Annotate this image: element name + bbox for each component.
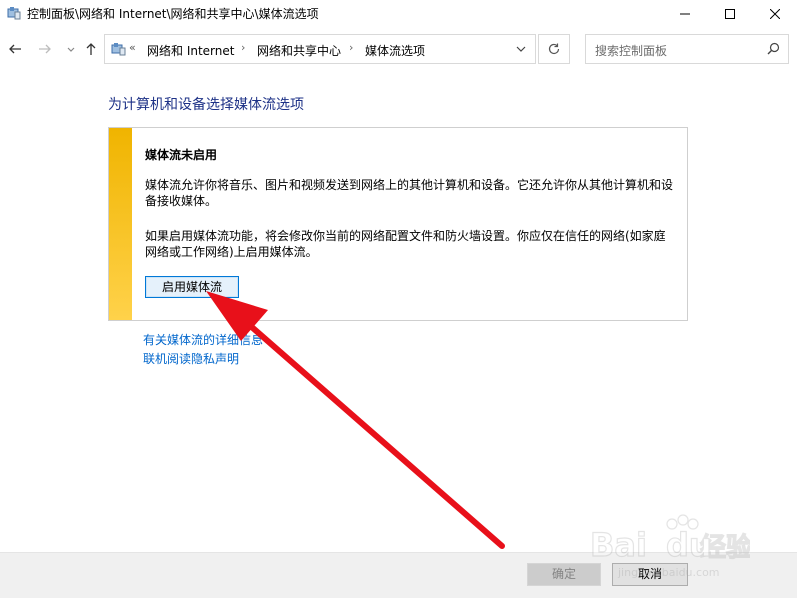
page-title: 为计算机和设备选择媒体流选项 (108, 97, 304, 113)
control-panel-icon (7, 6, 21, 20)
title-bar: 控制面板\网络和 Internet\网络和共享中心\媒体流选项 (0, 0, 797, 28)
control-panel-icon (111, 42, 127, 56)
svg-text:Bai: Bai (590, 526, 647, 564)
back-button[interactable] (6, 40, 24, 58)
enable-media-streaming-button[interactable]: 启用媒体流 (145, 276, 239, 298)
panel-heading: 媒体流未启用 (145, 148, 218, 162)
close-button[interactable] (752, 0, 797, 28)
maximize-button[interactable] (707, 0, 753, 28)
breadcrumb-separator[interactable]: › (241, 41, 245, 54)
arrow-right-icon (39, 44, 51, 54)
minimize-icon (680, 13, 690, 15)
breadcrumb-network-sharing-center[interactable]: 网络和共享中心 (257, 42, 341, 59)
minimize-button[interactable] (662, 0, 708, 28)
arrow-up-icon (86, 43, 96, 55)
address-history-dropdown[interactable] (513, 41, 529, 57)
breadcrumb-overflow[interactable]: « (129, 41, 136, 54)
breadcrumb-network-internet[interactable]: 网络和 Internet (147, 42, 234, 59)
panel-description: 媒体流允许你将音乐、图片和视频发送到网络上的其他计算机和设备。它还允许你从其他计… (145, 178, 674, 208)
status-accent-stripe (109, 128, 132, 320)
svg-text:jingyan.baidu.com: jingyan.baidu.com (617, 566, 720, 579)
refresh-button[interactable] (538, 34, 570, 64)
forward-button[interactable] (36, 40, 54, 58)
svg-text:du: du (666, 526, 712, 564)
address-bar[interactable]: « 网络和 Internet › 网络和共享中心 › 媒体流选项 (104, 34, 536, 64)
panel-warning: 如果启用媒体流功能，将会修改你当前的网络配置文件和防火墙设置。你应仅在信任的网络… (145, 229, 666, 259)
search-input[interactable]: 搜索控制面板 (585, 34, 789, 64)
media-streaming-panel: 媒体流未启用 媒体流允许你将音乐、图片和视频发送到网络上的其他计算机和设备。它还… (108, 127, 688, 321)
close-icon (770, 9, 780, 19)
search-icon[interactable] (767, 42, 780, 58)
recent-locations-button[interactable] (62, 40, 80, 58)
refresh-icon (548, 43, 560, 55)
privacy-statement-link[interactable]: 联机阅读隐私声明 (143, 350, 239, 367)
maximize-icon (725, 9, 735, 19)
up-button[interactable] (82, 40, 100, 58)
breadcrumb-media-streaming-options[interactable]: 媒体流选项 (365, 42, 425, 59)
breadcrumb-separator[interactable]: › (349, 41, 353, 54)
baidu-watermark: Bai 经验 du jingyan.baidu.com (580, 508, 753, 583)
arrow-left-icon (9, 44, 21, 54)
navigation-bar: « 网络和 Internet › 网络和共享中心 › 媒体流选项 搜索控制面板 (0, 32, 797, 68)
chevron-down-icon (516, 46, 526, 52)
chevron-down-icon (67, 47, 75, 52)
media-streaming-details-link[interactable]: 有关媒体流的详细信息 (143, 331, 263, 348)
window-title: 控制面板\网络和 Internet\网络和共享中心\媒体流选项 (27, 7, 319, 21)
search-placeholder: 搜索控制面板 (595, 44, 668, 58)
